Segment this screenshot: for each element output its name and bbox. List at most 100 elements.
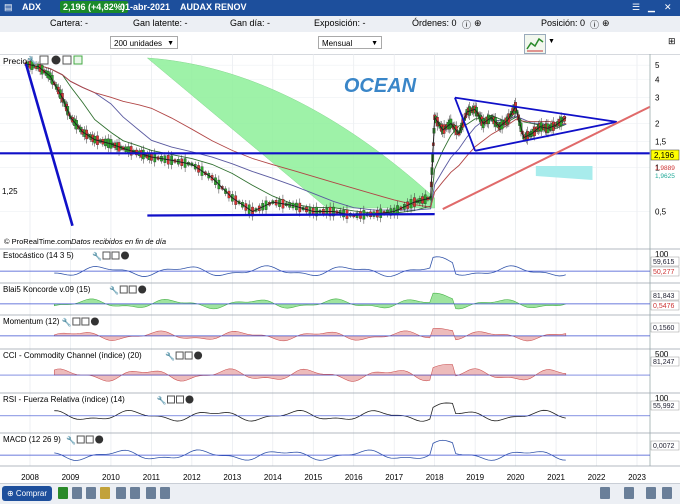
ordenes-add-icon[interactable]: ⊕ — [474, 18, 482, 29]
indicator-line — [54, 402, 566, 422]
window-icon[interactable] — [39, 55, 49, 65]
indicator-value-label: 55,992 — [653, 403, 675, 410]
x-tick-2010: 2010 — [102, 473, 120, 482]
x-tick-2013: 2013 — [223, 473, 241, 482]
indicator-label-6: MACD (12 26 9) — [3, 435, 61, 444]
cartera-label: Cartera: - — [50, 18, 89, 28]
gan-dia-label: Gan día: - — [230, 18, 271, 28]
window-icon — [175, 351, 184, 360]
copyright-text: © ProRealTime.com — [4, 237, 71, 246]
ticker-symbol: ADX — [22, 2, 42, 12]
wrench-icon: 🔧 — [165, 351, 175, 361]
indicator-value-label: 81,843 — [653, 293, 675, 300]
x-tick-2014: 2014 — [264, 473, 282, 482]
drawing-icon[interactable] — [116, 487, 126, 499]
indicator-toolbox-icon[interactable] — [524, 34, 546, 54]
maximize-icon[interactable] — [62, 55, 72, 65]
indicator-value-label: 59,615 — [653, 259, 675, 266]
indicator-panel-3: Momentum (12) 🔧 0,1560 — [0, 314, 680, 342]
close-panel-icon[interactable] — [51, 55, 61, 65]
wrench-icon: 🔧 — [66, 435, 76, 445]
x-tick-2015: 2015 — [304, 473, 322, 482]
price-y-tick-0: 5 — [655, 61, 660, 70]
chevron-down-icon: ▼ — [167, 40, 174, 47]
indicator-label-3: Momentum (12) — [3, 317, 60, 326]
zoom-slider-icon[interactable] — [624, 487, 634, 499]
x-tick-2016: 2016 — [345, 473, 363, 482]
price-badge: 2,196 (+4,82%) — [60, 1, 128, 13]
support-level-label: 1,25 — [2, 187, 18, 196]
triangle-left — [454, 97, 476, 152]
scroll-left-icon[interactable] — [600, 487, 610, 499]
indicator-label-4: CCI - Commodity Channel (índice) (20) — [3, 351, 142, 360]
posicion-info-icon[interactable]: ⓘ — [590, 18, 599, 31]
x-axis-labels: 2008 2009 2010 2011 2012 2013 2014 2015 2016 2017… — [21, 473, 646, 482]
indicator-value-label: 0,5476 — [653, 303, 675, 310]
maximize-icon — [85, 435, 94, 444]
x-tick-2019: 2019 — [466, 473, 484, 482]
indicator-area — [53, 292, 567, 310]
indicator-value-label: 50,277 — [653, 269, 675, 276]
units-select[interactable]: 200 unidades ▼ — [110, 36, 178, 49]
toolbox-dropdown-icon[interactable]: ▼ — [548, 38, 555, 45]
wrench-icon: 🔧 — [157, 395, 167, 405]
wrench-icon[interactable]: 🔧 — [27, 55, 38, 66]
menu-icon[interactable]: ☰ — [632, 2, 640, 13]
settings-icon[interactable] — [662, 487, 672, 499]
x-tick-2012: 2012 — [183, 473, 201, 482]
chart-icon: ▤ — [4, 2, 13, 12]
buy-button-label: Comprar — [15, 489, 48, 498]
last-price-marker: 2,196 — [650, 149, 680, 161]
ordenes-label: Órdenes: 0 — [412, 18, 457, 28]
chart-area[interactable]: OCEAN Precio 🔧 1,25 © ProRealTime.com Da… — [0, 54, 680, 483]
buy-button[interactable]: ⊕ Comprar — [2, 486, 52, 501]
zoom-out-icon[interactable] — [160, 487, 170, 499]
quote-date: 01-abr-2021 — [120, 2, 171, 12]
last-price-label: 2,196 — [654, 151, 675, 160]
x-tick-2022: 2022 — [588, 473, 606, 482]
text-icon[interactable] — [130, 487, 140, 499]
wrench-icon: 🔧 — [109, 285, 119, 295]
chevron-down-icon: ▼ — [371, 40, 378, 47]
period-select[interactable]: Mensual ▼ — [318, 36, 382, 49]
indicator-panel-1: Estocástico (14 3 5) 🔧 10059,61550,277 — [0, 248, 680, 277]
indicator-value-label: 0,0072 — [653, 443, 675, 450]
price-y-tick-6: 0,5 — [655, 208, 667, 217]
posicion-label: Posición: 0 — [541, 18, 586, 28]
print-icon[interactable] — [646, 487, 656, 499]
maximize-icon — [81, 317, 90, 326]
wrench-icon: 🔧 — [62, 317, 72, 327]
wrench-icon: 🔧 — [92, 251, 102, 261]
zoom-in-icon[interactable] — [146, 487, 156, 499]
price-y-ticks: 54321,510,5 — [655, 61, 667, 216]
indicator-line — [54, 256, 566, 277]
up-arrow-icon[interactable] — [73, 55, 83, 65]
price-y-tick-2: 3 — [655, 94, 660, 103]
candle-icon[interactable] — [72, 487, 82, 499]
alert-icon[interactable] — [100, 487, 110, 499]
posicion-add-icon[interactable]: ⊕ — [602, 18, 610, 29]
bar-icon[interactable] — [86, 487, 96, 499]
maximize-icon — [176, 395, 184, 404]
data-source-text: Datos recibidos en fin de día — [71, 237, 166, 246]
panel-toggle-icon[interactable]: ⊞ — [668, 36, 676, 47]
indicator-panel-5: RSI - Fuerza Relativa (índice) (14) 🔧 1005… — [0, 392, 680, 422]
account-info-bar: Cartera: - Gan latente: - Gan día: - Exp… — [0, 16, 680, 33]
x-tick-2023: 2023 — [628, 473, 646, 482]
indicator-label-2: Blai5 Koncorde v.09 (15) — [3, 285, 91, 294]
indicator-value-label: 0,1560 — [653, 325, 675, 332]
close-icon[interactable]: ✕ — [664, 2, 672, 13]
indicator-label-5: RSI - Fuerza Relativa (índice) (14) — [3, 395, 125, 404]
indicator-label-1: Estocástico (14 3 5) — [3, 251, 74, 260]
window-icon — [76, 435, 85, 444]
x-tick-2017: 2017 — [385, 473, 403, 482]
chart-controls: 200 unidades ▼ Mensual ▼ ▼ ⊞ — [0, 32, 680, 55]
chart-type-icon[interactable] — [58, 487, 68, 499]
minimize-icon[interactable]: ▁ — [648, 2, 655, 13]
maximize-icon — [111, 251, 120, 260]
window-icon — [102, 251, 111, 260]
price-label-a: 1,9889 — [655, 165, 675, 172]
ordenes-info-icon[interactable]: ⓘ — [462, 18, 471, 31]
x-tick-2021: 2021 — [547, 473, 565, 482]
maximize-icon — [184, 351, 193, 360]
